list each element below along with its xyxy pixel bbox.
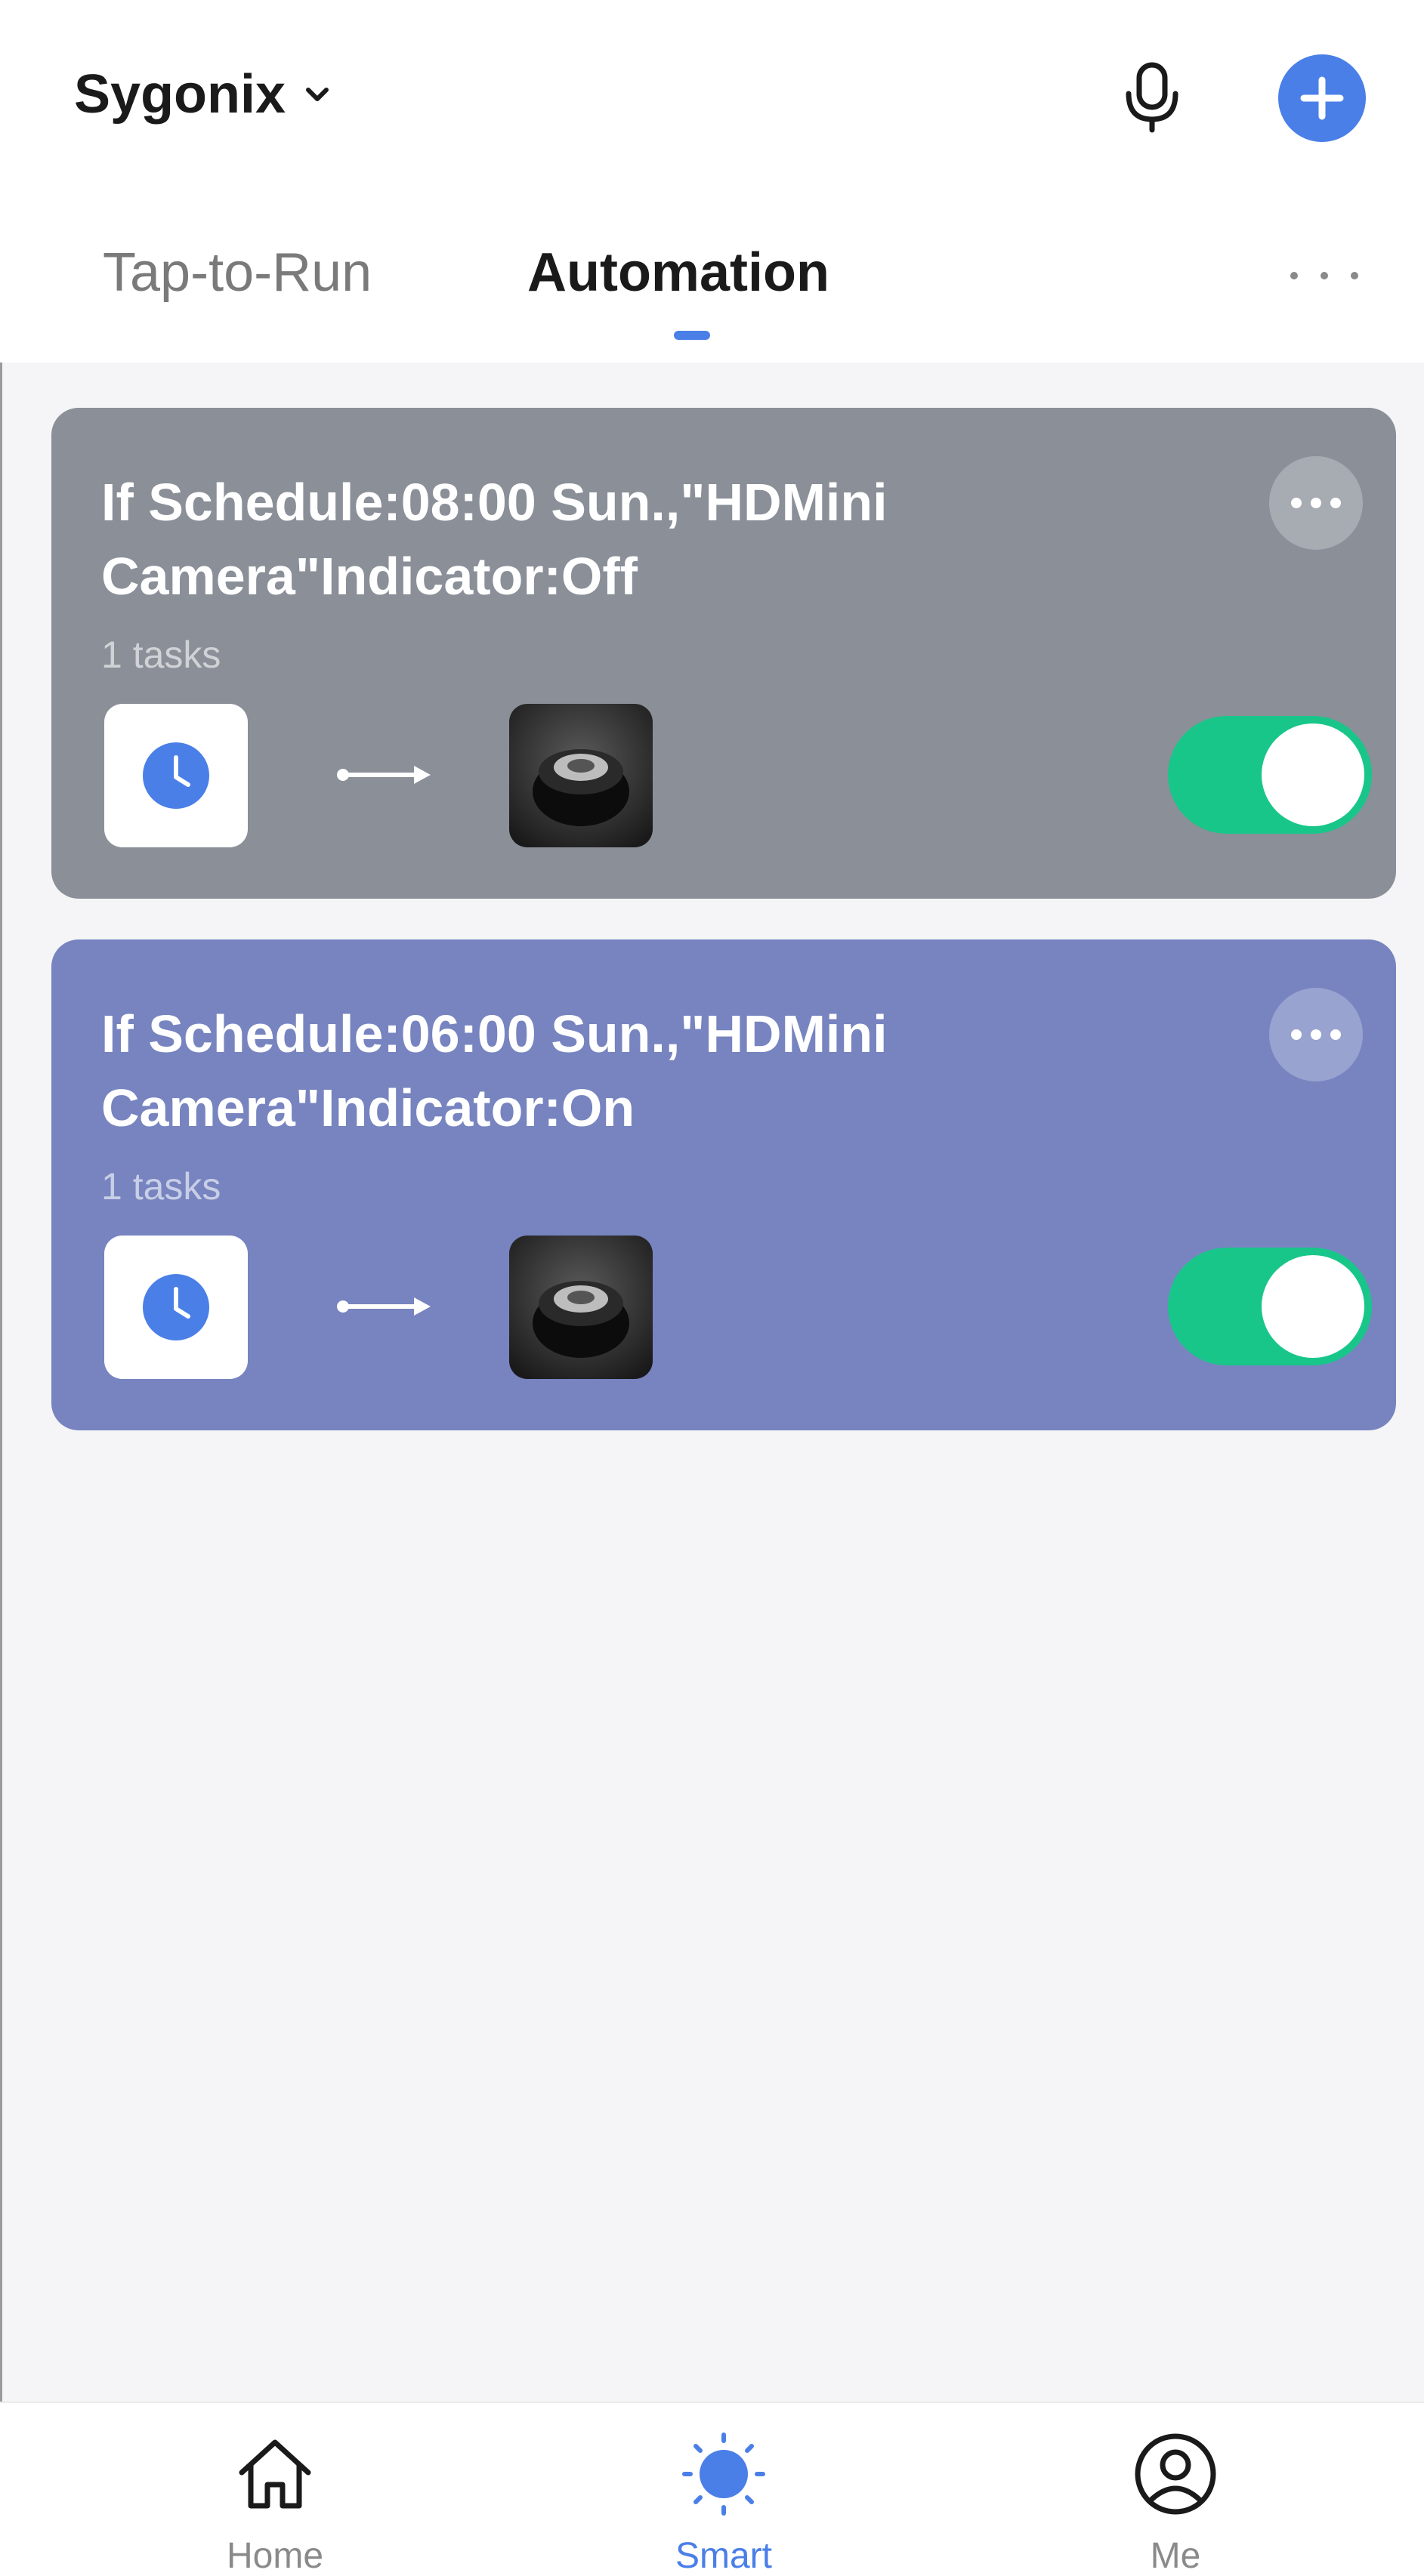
tab-tap-to-run[interactable]: Tap-to-Run bbox=[103, 242, 372, 304]
toggle-knob bbox=[1262, 1255, 1364, 1358]
more-options-icon[interactable] bbox=[1290, 264, 1358, 287]
task-count: 1 tasks bbox=[101, 1165, 221, 1208]
add-automation-button[interactable] bbox=[1278, 54, 1366, 142]
automation-toggle[interactable] bbox=[1168, 716, 1372, 834]
task-count: 1 tasks bbox=[101, 634, 221, 676]
plus-icon bbox=[1300, 76, 1344, 120]
nav-home[interactable]: Home bbox=[162, 2403, 388, 2576]
arrow-right-icon bbox=[337, 766, 431, 784]
chevron-down-icon bbox=[306, 88, 329, 101]
card-more-button[interactable] bbox=[1269, 988, 1363, 1081]
schedule-condition-tile bbox=[104, 1236, 248, 1379]
automation-toggle[interactable] bbox=[1168, 1248, 1372, 1365]
automation-title: If Schedule:08:00 Sun.,"HDMini Camera"In… bbox=[101, 473, 888, 606]
header: Sygonix Tap-to-Run Automation bbox=[0, 0, 1424, 362]
active-tab-indicator bbox=[674, 331, 710, 340]
camera-device-tile bbox=[509, 704, 653, 847]
tab-automation[interactable]: Automation bbox=[527, 242, 829, 304]
arrow-right-icon bbox=[337, 1297, 431, 1316]
microphone-icon[interactable] bbox=[1118, 59, 1186, 134]
automation-card[interactable]: If Schedule:06:00 Sun.,"HDMini Camera"In… bbox=[51, 939, 1396, 1430]
toggle-knob bbox=[1262, 723, 1364, 826]
camera-device-icon bbox=[509, 704, 653, 847]
clock-icon bbox=[143, 742, 209, 809]
automation-card[interactable]: If Schedule:08:00 Sun.,"HDMini Camera"In… bbox=[51, 408, 1396, 899]
automation-title: If Schedule:06:00 Sun.,"HDMini Camera"In… bbox=[101, 1004, 888, 1137]
schedule-condition-tile bbox=[104, 704, 248, 847]
card-more-button[interactable] bbox=[1269, 456, 1363, 550]
home-icon bbox=[239, 2439, 311, 2509]
nav-smart-label: Smart bbox=[675, 2536, 772, 2576]
camera-device-icon bbox=[509, 1236, 653, 1379]
smart-icon bbox=[682, 2433, 765, 2516]
nav-me-label: Me bbox=[1150, 2536, 1201, 2576]
home-name: Sygonix bbox=[74, 64, 286, 125]
nav-smart[interactable]: Smart bbox=[610, 2403, 837, 2576]
home-switcher[interactable]: Sygonix bbox=[74, 60, 332, 128]
profile-icon bbox=[1135, 2433, 1216, 2515]
camera-device-tile bbox=[509, 1236, 653, 1379]
clock-icon bbox=[143, 1274, 209, 1340]
nav-home-label: Home bbox=[226, 2536, 324, 2576]
bottom-navigation: Home Smart Me bbox=[0, 2402, 1424, 2576]
nav-me[interactable]: Me bbox=[1062, 2403, 1289, 2576]
